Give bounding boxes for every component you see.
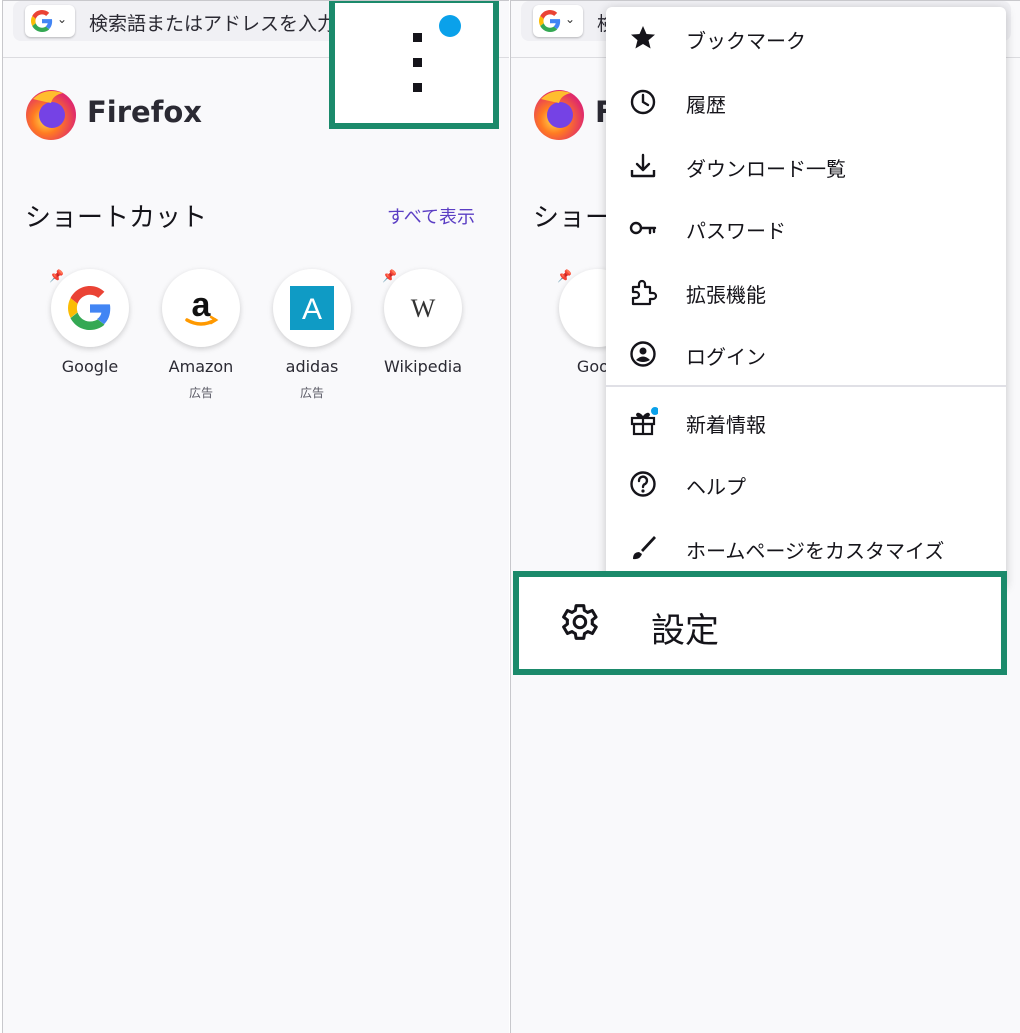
menu-item-help[interactable]: ヘルプ: [606, 453, 1006, 515]
menu-item-settings[interactable]: 設定: [513, 571, 1007, 675]
pin-icon: 📌: [382, 269, 397, 283]
star-icon: [631, 26, 655, 49]
google-icon: [31, 10, 53, 32]
search-engine-button[interactable]: ⌄: [25, 5, 75, 37]
shortcuts-title: ショートカット: [25, 203, 208, 233]
toolbar: ⌄ 検索語またはアドレスを入力: [3, 1, 509, 129]
menu-item-whats-new[interactable]: 新着情報: [606, 391, 1006, 453]
account-icon: [630, 341, 656, 367]
sponsored-label: 広告: [299, 386, 324, 400]
chevron-down-icon: ⌄: [565, 12, 576, 26]
google-icon: [539, 10, 561, 32]
shortcut-adidas[interactable]: A adidas 広告: [257, 269, 367, 401]
svg-text:W: W: [411, 294, 436, 323]
svg-text:a: a: [192, 286, 212, 324]
puzzle-icon: [631, 279, 658, 306]
home-screen-left: ⌄ 検索語またはアドレスを入力 Firefox ショートカット すべて表示 📌: [2, 0, 509, 1033]
clock-icon: [630, 89, 656, 115]
download-icon: [630, 153, 656, 178]
notification-dot: [439, 15, 461, 37]
pin-icon: 📌: [49, 269, 64, 283]
gear-icon: [562, 604, 598, 640]
more-vertical-icon[interactable]: [413, 33, 423, 108]
pin-icon: 📌: [557, 269, 572, 283]
brush-icon: [633, 536, 656, 560]
menu-item-history[interactable]: 履歴: [606, 71, 1006, 133]
shortcut-label: adidas: [285, 357, 339, 376]
firefox-logo-icon: [534, 90, 584, 140]
wikipedia-icon: W: [411, 294, 436, 323]
menu-item-downloads[interactable]: ダウンロード一覧: [606, 135, 1006, 197]
shortcut-wikipedia[interactable]: 📌 W Wikipedia: [368, 269, 478, 376]
menu-item-customize-homepage[interactable]: ホームページをカスタマイズ: [606, 517, 1006, 579]
amazon-icon: a: [185, 286, 219, 326]
menu-button-highlight[interactable]: [329, 1, 499, 129]
menu-item-passwords[interactable]: パスワード: [606, 197, 1006, 259]
main-menu: ブックマーク 履歴 ダウンロード一覧 パスワード 拡張機能 ログイン 新着情報 …: [606, 7, 1006, 587]
home-screen-right: ⌄ 検 F ショー 📌 Goog ブックマーク 履歴: [510, 0, 1020, 1033]
show-all-link[interactable]: すべて表示: [387, 203, 475, 229]
shortcut-label: Google: [61, 357, 119, 376]
help-icon: [630, 471, 656, 497]
search-engine-button[interactable]: ⌄: [533, 5, 583, 37]
chevron-down-icon: ⌄: [57, 12, 68, 26]
menu-divider: [606, 385, 1006, 387]
shortcut-label: Wikipedia: [383, 357, 463, 376]
firefox-logo-icon: [26, 90, 76, 140]
shortcut-google[interactable]: 📌 Google: [35, 269, 145, 376]
menu-item-bookmarks[interactable]: ブックマーク: [606, 7, 1006, 69]
search-input[interactable]: 検索語またはアドレスを入力: [89, 9, 336, 36]
shortcut-label: Amazon: [168, 357, 234, 376]
brand-name: Firefox: [87, 95, 202, 129]
menu-item-login[interactable]: ログイン: [606, 323, 1006, 385]
shortcuts-title: ショー: [533, 203, 612, 233]
sponsored-label: 広告: [188, 386, 213, 400]
key-icon: [629, 221, 657, 235]
svg-text:A: A: [302, 293, 322, 326]
gift-icon: [630, 407, 658, 436]
shortcut-amazon[interactable]: a Amazon 広告: [146, 269, 256, 401]
google-icon: [68, 286, 111, 330]
menu-item-extensions[interactable]: 拡張機能: [606, 261, 1006, 323]
adidas-icon: A: [290, 286, 334, 330]
